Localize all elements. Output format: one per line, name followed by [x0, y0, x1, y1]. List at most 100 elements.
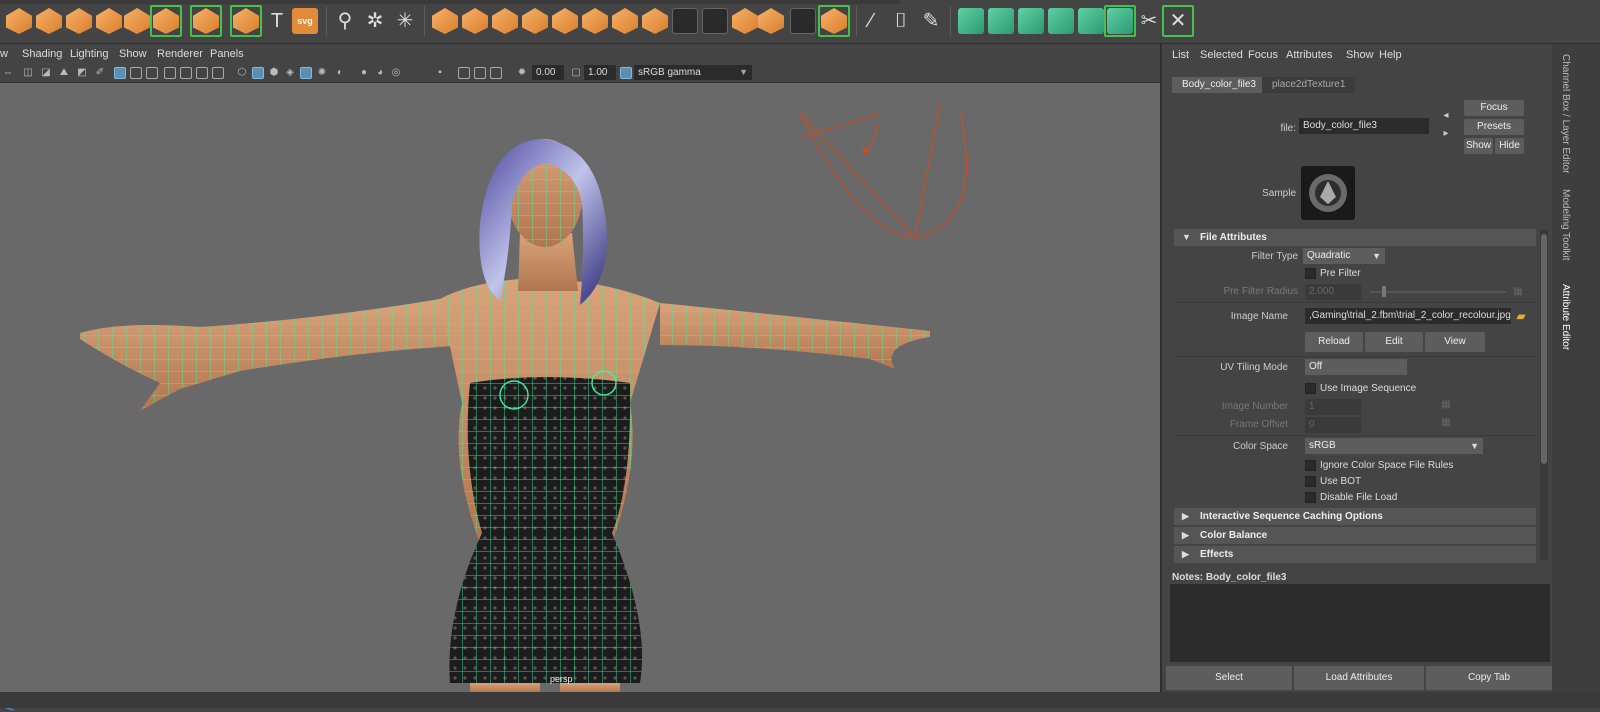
gamma-field[interactable]: 1.00 — [584, 65, 616, 80]
show-button[interactable]: Show — [1464, 138, 1493, 154]
character-model[interactable] — [80, 139, 930, 692]
filter-type-dropdown[interactable]: Quadratic ▼ — [1303, 248, 1385, 264]
snap-tool-icon[interactable]: ✲ — [362, 8, 388, 34]
combine-icon[interactable] — [432, 8, 458, 34]
film-gate-icon[interactable] — [130, 67, 142, 79]
uv-tiling-mode-dropdown[interactable]: Off — [1305, 359, 1407, 375]
origin-icon[interactable]: ✳ — [392, 8, 418, 34]
auto-map-icon[interactable] — [1078, 8, 1104, 34]
select-output-icon[interactable]: ▸ — [1440, 128, 1452, 140]
multisample-icon[interactable]: ◕ — [374, 67, 386, 79]
poly-torus-icon[interactable] — [96, 8, 122, 34]
paint-brush-icon[interactable]: ⁄ — [858, 8, 884, 34]
focus-button[interactable]: Focus — [1464, 100, 1524, 116]
color-management-icon[interactable] — [620, 67, 632, 79]
menu-view[interactable]: w — [0, 48, 8, 60]
lock-camera-icon[interactable]: ◫ — [22, 67, 34, 79]
tab-channel-box[interactable]: Channel Box / Layer Editor — [1560, 54, 1571, 174]
planar-map-icon[interactable] — [988, 8, 1014, 34]
uv-editor-icon[interactable] — [958, 8, 984, 34]
motion-blur-icon[interactable]: ● — [358, 67, 370, 79]
checker-map-icon[interactable] — [1107, 8, 1133, 34]
notes-textarea[interactable] — [1170, 584, 1550, 662]
resolution-gate-icon[interactable] — [146, 67, 158, 79]
poly-sphere-icon[interactable] — [6, 8, 32, 34]
poly-cube-icon[interactable] — [36, 8, 62, 34]
lattice-icon[interactable]: ⌷ — [888, 8, 914, 34]
safe-title-icon[interactable] — [212, 67, 224, 79]
xray-active-icon[interactable] — [490, 67, 502, 79]
section-color-balance[interactable]: ▶ Color Balance — [1174, 527, 1536, 544]
attribute-scrollbar[interactable] — [1540, 230, 1548, 560]
smooth-shade-icon[interactable] — [252, 67, 264, 79]
grease-pencil-icon[interactable]: ✐ — [94, 67, 106, 79]
exposure-icon[interactable]: ✹ — [516, 67, 528, 79]
depth-of-field-icon[interactable]: ◎ — [390, 67, 402, 79]
separate-icon[interactable] — [462, 8, 488, 34]
node-name-field[interactable]: Body_color_file3 — [1299, 118, 1429, 134]
xray-joints-icon[interactable] — [474, 67, 486, 79]
spherical-map-icon[interactable] — [1048, 8, 1074, 34]
menu-focus[interactable]: Focus — [1248, 49, 1278, 61]
bevel-icon[interactable] — [612, 8, 638, 34]
section-effects[interactable]: ▶ Effects — [1174, 546, 1536, 563]
measure-tool-icon[interactable]: ⚲ — [332, 8, 358, 34]
use-all-lights-icon[interactable] — [300, 67, 312, 79]
edit-button[interactable]: Edit — [1365, 332, 1423, 352]
image-name-field[interactable]: ,Gaming\trial_2.fbm\trial_2_color_recolo… — [1305, 308, 1511, 324]
boolean-icon[interactable] — [552, 8, 578, 34]
menu-show[interactable]: Show — [1346, 49, 1374, 61]
select-camera-icon[interactable]: ⇔ — [2, 67, 14, 79]
image-plane-icon[interactable]: ⛰ — [58, 67, 70, 79]
hide-button[interactable]: Hide — [1495, 138, 1524, 154]
section-file-attributes[interactable]: ▼ File Attributes — [1174, 229, 1536, 246]
grid-toggle-icon[interactable] — [114, 67, 126, 79]
menu-lighting[interactable]: Lighting — [70, 48, 109, 60]
spotlight-gizmo[interactable] — [799, 102, 968, 239]
use-bot-checkbox[interactable] — [1305, 476, 1316, 487]
select-button[interactable]: Select — [1166, 666, 1292, 690]
bridge-icon[interactable] — [642, 8, 668, 34]
menu-attributes[interactable]: Attributes — [1286, 49, 1332, 61]
tab-attribute-editor[interactable]: Attribute Editor — [1560, 284, 1571, 350]
disable-file-load-checkbox[interactable] — [1305, 492, 1316, 503]
tab-modeling-toolkit[interactable]: Modeling Toolkit — [1560, 189, 1571, 261]
select-input-icon[interactable]: ◂ — [1440, 110, 1452, 122]
bookmark-icon[interactable]: ◪ — [40, 67, 52, 79]
viewport-scene[interactable] — [0, 83, 1160, 692]
load-attributes-button[interactable]: Load Attributes — [1294, 666, 1424, 690]
gate-mask-icon[interactable] — [164, 67, 176, 79]
sculpt-icon[interactable]: ✎ — [918, 8, 944, 34]
poly-cone-icon[interactable] — [66, 8, 92, 34]
menu-list[interactable]: List — [1172, 49, 1189, 61]
tab-place2dtexture1[interactable]: place2dTexture1 — [1262, 77, 1356, 93]
type-tool-icon[interactable]: T — [264, 8, 290, 34]
menu-selected[interactable]: Selected — [1200, 49, 1243, 61]
menu-renderer[interactable]: Renderer — [157, 48, 203, 60]
cylindrical-map-icon[interactable] — [1018, 8, 1044, 34]
isolate-select-icon[interactable]: ▪ — [434, 67, 446, 79]
color-space-dropdown[interactable]: sRGB ▼ — [1305, 438, 1483, 454]
menu-show[interactable]: Show — [119, 48, 147, 60]
cut-uv-icon[interactable]: ✂ — [1136, 8, 1162, 34]
view-transform-dropdown[interactable]: sRGB gamma ▼ — [634, 65, 752, 80]
pre-filter-checkbox[interactable] — [1305, 268, 1316, 279]
xray-icon[interactable] — [458, 67, 470, 79]
view-button[interactable]: View — [1425, 332, 1485, 352]
gamma-icon[interactable]: ▢ — [570, 67, 582, 79]
insert-loop-icon[interactable] — [672, 8, 698, 34]
ignore-cs-rules-checkbox[interactable] — [1305, 460, 1316, 471]
reload-button[interactable]: Reload — [1305, 332, 1363, 352]
use-image-sequence-checkbox[interactable] — [1305, 383, 1316, 394]
scrollbar-thumb[interactable] — [1541, 234, 1547, 464]
multi-cut-icon[interactable] — [702, 8, 728, 34]
mirror-icon[interactable] — [492, 8, 518, 34]
make-live-icon[interactable] — [790, 8, 816, 34]
exposure-field[interactable]: 0.00 — [532, 65, 564, 80]
svg-tool-icon[interactable]: svg — [292, 8, 318, 34]
poly-plane-icon[interactable] — [124, 8, 150, 34]
copy-tab-button[interactable]: Copy Tab — [1426, 666, 1552, 690]
wireframe-icon[interactable]: ⬡ — [236, 67, 248, 79]
presets-button[interactable]: Presets — [1464, 119, 1524, 135]
extrude-icon[interactable] — [582, 8, 608, 34]
